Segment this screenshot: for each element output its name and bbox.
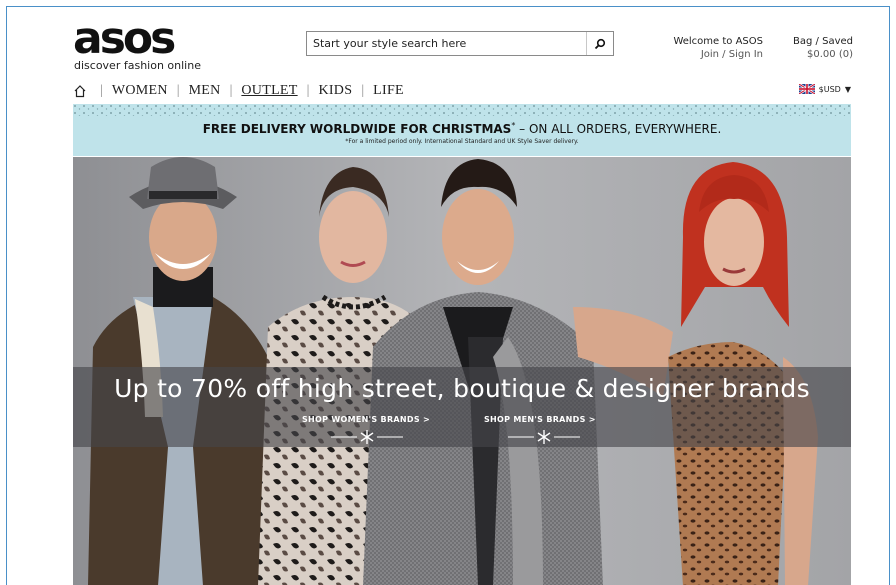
- currency-selector[interactable]: $USD ▼: [798, 84, 851, 94]
- logo-tagline: discover fashion online: [74, 59, 201, 72]
- hero-image[interactable]: Up to 70% off high street, boutique & de…: [73, 157, 851, 585]
- nav-separator: |: [306, 83, 310, 98]
- asos-logo[interactable]: asos discover fashion online: [73, 15, 203, 79]
- search-box: [306, 31, 614, 56]
- bag-summary: $0.00 (0): [807, 49, 853, 60]
- page: asos discover fashion online Welcome to …: [73, 7, 853, 585]
- search-input[interactable]: [307, 32, 589, 55]
- banner-bold-text: FREE DELIVERY WORLDWIDE FOR CHRISTMAS: [202, 122, 512, 136]
- uk-flag-icon: [798, 84, 815, 94]
- nav-item-kids[interactable]: KIDS: [318, 83, 352, 99]
- nav-item-women[interactable]: WOMEN: [112, 83, 168, 99]
- nav-item-men[interactable]: MEN: [189, 83, 221, 99]
- bag-label: Bag / Saved: [793, 36, 853, 47]
- banner-headline: FREE DELIVERY WORLDWIDE FOR CHRISTMAS* –…: [73, 121, 851, 136]
- nav-separator: |: [229, 83, 233, 98]
- snowflake-icon: [508, 430, 580, 444]
- nav-separator: |: [100, 83, 103, 98]
- nav-separator: |: [361, 83, 365, 98]
- free-delivery-banner[interactable]: FREE DELIVERY WORLDWIDE FOR CHRISTMAS* –…: [73, 104, 851, 156]
- main-nav: | WOMEN | MEN | OUTLET | KIDS | LIFE: [73, 81, 404, 101]
- shop-mens-brands-link[interactable]: SHOP MEN'S BRANDS >: [484, 415, 596, 424]
- promo-headline: Up to 70% off high street, boutique & de…: [114, 374, 810, 403]
- browser-frame: asos discover fashion online Welcome to …: [6, 6, 890, 585]
- nav-item-life[interactable]: LIFE: [373, 83, 404, 99]
- banner-fine-print: *For a limited period only. Internationa…: [345, 138, 579, 145]
- banner-rest-text: – ON ALL ORDERS, EVERYWHERE.: [515, 122, 722, 136]
- home-icon[interactable]: [73, 84, 87, 98]
- nav-separator: |: [176, 83, 180, 98]
- shop-womens-brands-link[interactable]: SHOP WOMEN'S BRANDS >: [302, 415, 430, 424]
- search-icon: [594, 38, 606, 49]
- bag-saved[interactable]: Bag / Saved $0.00 (0): [778, 35, 853, 61]
- nav-item-outlet[interactable]: OUTLET: [241, 83, 297, 99]
- search-button[interactable]: [586, 32, 613, 55]
- welcome-text: Welcome to ASOS: [673, 36, 763, 47]
- snowflake-icon: [331, 430, 403, 444]
- caret-down-icon: ▼: [844, 84, 851, 94]
- promo-overlay: Up to 70% off high street, boutique & de…: [73, 367, 851, 447]
- logo-wordmark: asos: [73, 13, 176, 64]
- currency-label: $USD: [818, 84, 841, 94]
- account-welcome: Welcome to ASOS Join / Sign In: [673, 35, 763, 61]
- join-sign-in-link[interactable]: Join / Sign In: [673, 48, 763, 61]
